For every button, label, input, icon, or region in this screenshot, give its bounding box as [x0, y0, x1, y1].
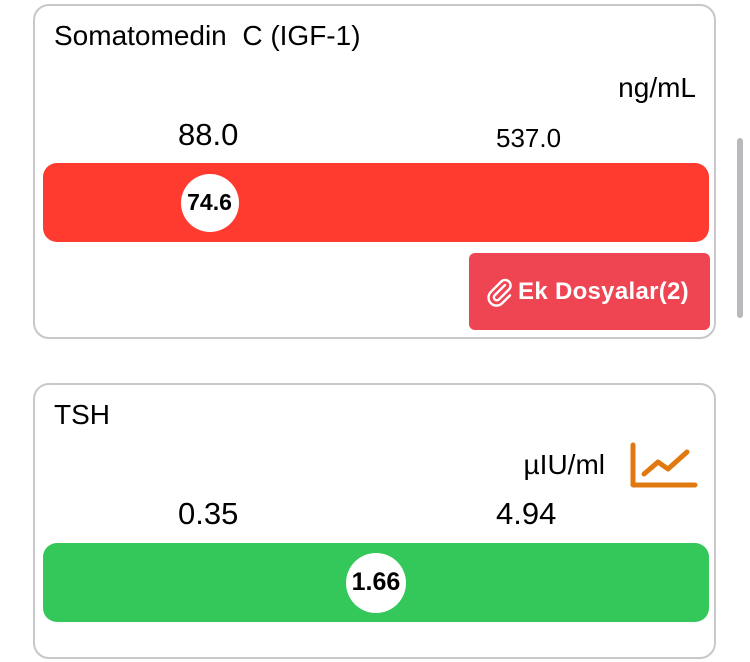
unit-label: µIU/ml: [523, 449, 605, 480]
result-range-bar: 1.66: [43, 543, 709, 622]
unit-label: ng/mL: [618, 72, 696, 103]
attachments-label: Ek Dosyalar(2): [518, 277, 689, 305]
reference-range-low: 0.35: [178, 496, 239, 531]
result-value-marker: 1.66: [346, 552, 406, 613]
result-range-bar: 74.6: [43, 163, 709, 242]
result-card-tsh[interactable]: TSH µIU/ml 0.35 4.94 1.66: [33, 383, 716, 659]
reference-range-high: 537.0: [496, 123, 562, 153]
attachments-button[interactable]: Ek Dosyalar(2): [469, 253, 710, 330]
test-name: TSH: [54, 399, 110, 430]
trend-chart-icon[interactable]: [629, 441, 699, 491]
scrollbar[interactable]: [737, 138, 743, 318]
paperclip-icon: [482, 275, 516, 309]
result-value-marker: 74.6: [180, 173, 239, 232]
result-card-igf1[interactable]: Somatomedin C (IGF-1) ng/mL 88.0 537.0 7…: [33, 4, 716, 339]
reference-range-low: 88.0: [178, 117, 239, 152]
reference-range-high: 4.94: [496, 496, 557, 531]
test-name: Somatomedin C (IGF-1): [54, 20, 361, 51]
